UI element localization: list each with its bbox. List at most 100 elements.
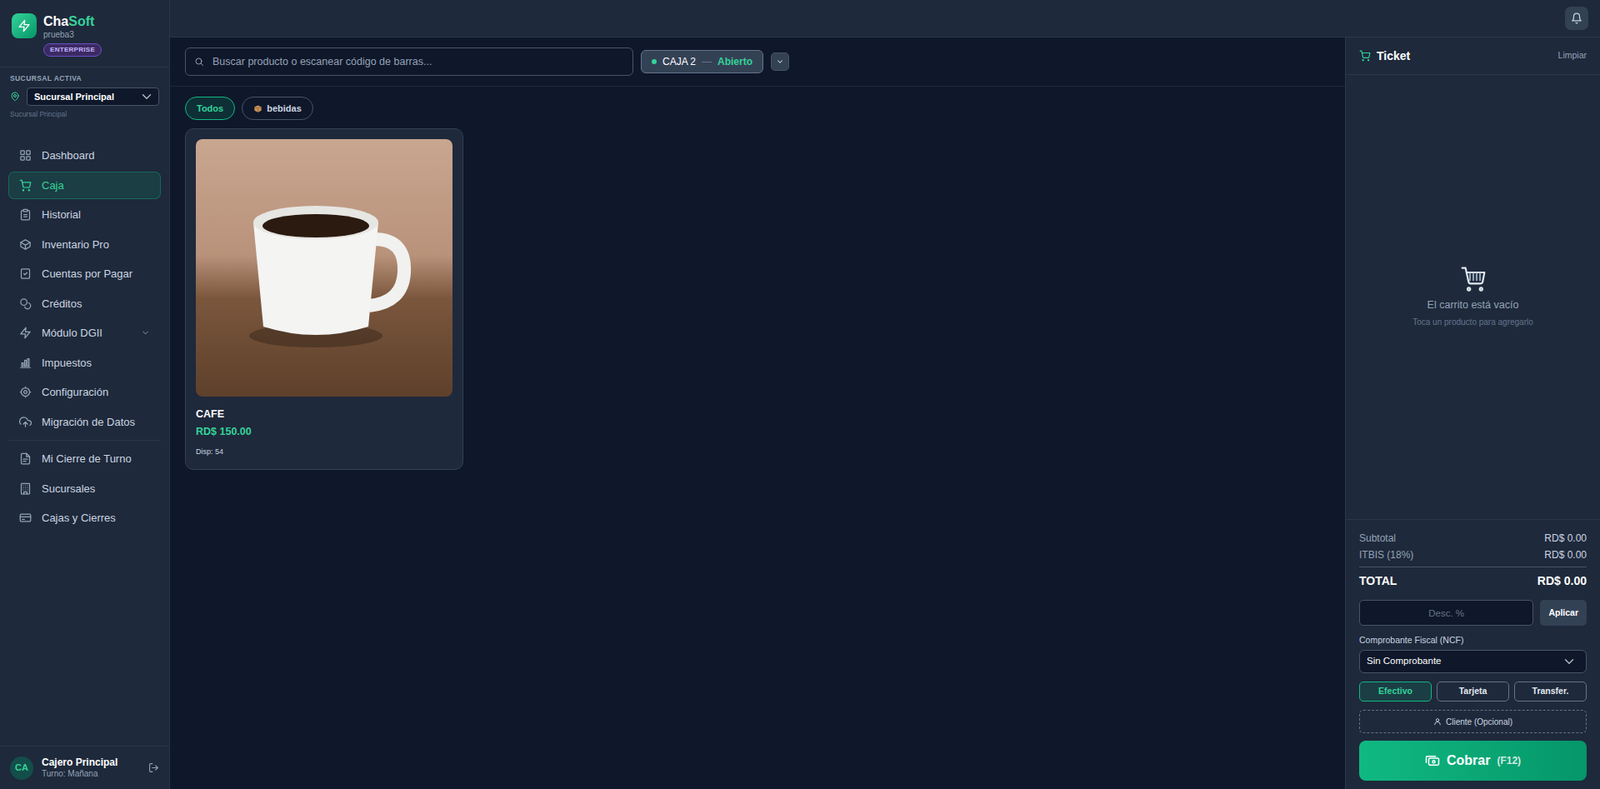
plan-badge: ENTERPRISE (43, 43, 102, 57)
cart-icon (19, 179, 32, 192)
user-footer: CA Cajero Principal Turno: Mañana (0, 745, 170, 789)
user-name: Cajero Principal (41, 756, 118, 769)
product-card[interactable]: CAFERD$ 150.00 Disp: 54 (185, 128, 464, 470)
product-grid: CAFERD$ 150.00 Disp: 54 (170, 128, 1345, 470)
sidebar-item-label: Caja (41, 177, 65, 195)
document-icon (19, 452, 32, 465)
discount-input[interactable] (1359, 600, 1534, 626)
clear-button[interactable]: Limpiar (1558, 49, 1587, 63)
toolbar: CAJA 2 — Abierto (170, 37, 1345, 87)
total-value: RD$ 0.00 (1544, 530, 1587, 546)
cart-icon (1359, 50, 1371, 62)
sidebar-item-label: Historial (41, 206, 81, 224)
sidebar: ChaSoft prueba3 ENTERPRISE SUCURSAL ACTI… (0, 0, 170, 789)
sidebar-item-label: Módulo DGII (41, 325, 103, 342)
sidebar-item-label: Inventario Pro (41, 236, 110, 254)
logout-icon[interactable] (148, 762, 160, 774)
register-separator: — (701, 54, 712, 70)
ticket-footer: Subtotal RD$ 0.00ITBIS (18%)RD$ 0.00 TOTAL… (1345, 519, 1600, 789)
building-icon (19, 482, 32, 495)
sidebar-divider (8, 440, 161, 441)
client-button[interactable]: Cliente (Opcional) (1359, 710, 1587, 734)
total-value: RD$ 0.00 (1544, 547, 1587, 563)
bar-chart-icon (19, 356, 32, 370)
totals: Subtotal RD$ 0.00ITBIS (18%)RD$ 0.00 TOTAL… (1359, 530, 1587, 590)
sidebar-item[interactable]: Sucursales (8, 475, 161, 504)
ncf-select[interactable]: Sin Comprobante (1359, 650, 1587, 674)
payment-methods: EfectivoTarjetaTransfer. (1359, 681, 1587, 702)
category-pill[interactable]: Todos (185, 96, 235, 120)
pos-body: CAJA 2 — Abierto Todos bebidas CAFERD$ 15… (170, 37, 1600, 789)
tenant-name: prueba3 (43, 29, 102, 40)
branch-select[interactable]: Sucursal Principal (26, 87, 160, 107)
user-icon (1433, 717, 1442, 726)
category-label: Todos (196, 101, 224, 116)
empty-cart-hint: Toca un producto para agregarlo (1412, 315, 1534, 329)
map-pin-icon (10, 91, 20, 102)
sidebar-item[interactable]: Módulo DGII (8, 319, 161, 348)
sidebar-item[interactable]: Créditos (8, 290, 161, 319)
category-filters: Todos bebidas (170, 86, 1345, 129)
payment-method-button[interactable]: Transfer. (1514, 681, 1587, 702)
branch-selector: SUCURSAL ACTIVA Sucursal Principal Sucur… (0, 67, 170, 127)
branch-label: SUCURSAL ACTIVA (10, 73, 160, 85)
sidebar-item[interactable]: Inventario Pro (8, 230, 161, 260)
sidebar-item[interactable]: Configuración (8, 378, 161, 407)
sidebar-item-label: Créditos (41, 295, 82, 313)
brand-name: ChaSoft (43, 13, 102, 30)
sidebar-item[interactable]: Dashboard (8, 141, 161, 170)
sidebar-item-label: Migración de Datos (41, 414, 135, 431)
bell-icon[interactable] (1565, 6, 1589, 30)
total-row: ITBIS (18%)RD$ 0.00 (1359, 546, 1587, 564)
sidebar-item[interactable]: Caja (8, 171, 161, 200)
sidebar-item[interactable]: Migración de Datos (8, 408, 161, 437)
charge-button[interactable]: Cobrar (F12) (1359, 740, 1587, 781)
ncf-label: Comprobante Fiscal (NCF) (1359, 634, 1587, 648)
charge-label: Cobrar (1446, 750, 1490, 771)
register-name: CAJA 2 (662, 54, 696, 70)
category-pill[interactable]: bebidas (241, 96, 314, 120)
sidebar-item-label: Cajas y Cierres (41, 510, 116, 527)
apply-discount-button[interactable]: Aplicar (1540, 600, 1587, 626)
empty-cart-title: El carrito está vacío (1427, 297, 1520, 314)
search-icon (194, 56, 205, 67)
product-price: RD$ 150.00 (195, 424, 453, 440)
chevron-down-icon[interactable] (770, 52, 790, 71)
ticket-title-row: Ticket (1359, 47, 1410, 65)
empty-cart-icon (1460, 265, 1487, 293)
cloud-upload-icon (19, 415, 32, 429)
product-area: CAJA 2 — Abierto Todos bebidas CAFERD$ 15… (170, 37, 1345, 789)
sidebar-item[interactable]: Cajas y Cierres (8, 504, 161, 533)
gear-icon (19, 385, 32, 399)
ticket-title: Ticket (1376, 47, 1410, 65)
chevron-down-icon[interactable] (140, 328, 150, 338)
payment-method-button[interactable]: Efectivo (1359, 681, 1432, 702)
main-area: CAJA 2 — Abierto Todos bebidas CAFERD$ 15… (170, 0, 1600, 789)
sidebar-item-label: Mi Cierre de Turno (41, 450, 132, 468)
sidebar-item-label: Dashboard (41, 147, 95, 165)
empty-cart: El carrito está vacío Toca un producto p… (1345, 75, 1600, 520)
sidebar-item-label: Configuración (41, 384, 109, 401)
product-name: CAFE (195, 406, 453, 423)
sidebar-item-label: Cuentas por Pagar (41, 265, 133, 283)
product-stock: Disp: 54 (195, 446, 453, 459)
discount-row: Aplicar (1359, 600, 1587, 626)
sidebar-item[interactable]: Mi Cierre de Turno (8, 445, 161, 474)
branch-caption: Sucursal Principal (10, 109, 160, 120)
register-status[interactable]: CAJA 2 — Abierto (640, 50, 764, 74)
brand: ChaSoft prueba3 ENTERPRISE (0, 0, 170, 68)
sidebar-item[interactable]: Cuentas por Pagar (8, 260, 161, 289)
search-input[interactable] (210, 53, 625, 71)
total-row: Subtotal RD$ 0.00 (1359, 530, 1587, 547)
ticket-header: Ticket Limpiar (1345, 37, 1600, 75)
ticket-panel: Ticket Limpiar El carrito está vacío Toc… (1345, 37, 1600, 789)
client-label: Cliente (Opcional) (1445, 715, 1513, 729)
cash-icon (1425, 753, 1440, 769)
sidebar-item[interactable]: Historial (8, 200, 161, 230)
sidebar-item[interactable]: Impuestos (8, 349, 161, 378)
total-label: TOTAL (1359, 572, 1397, 590)
search-field[interactable] (185, 47, 634, 76)
box-icon (19, 238, 32, 251)
payment-method-button[interactable]: Tarjeta (1436, 681, 1510, 702)
total-label: Subtotal (1359, 530, 1396, 546)
